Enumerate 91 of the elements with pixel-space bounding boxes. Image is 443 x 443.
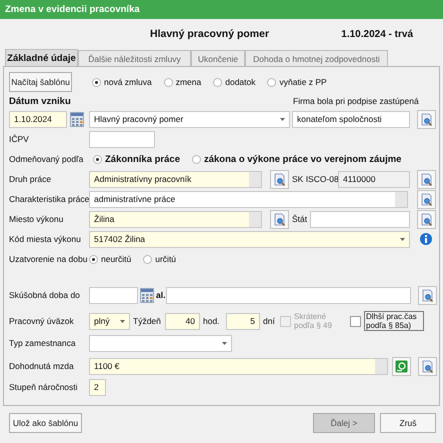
load-template-button[interactable]: Načítaj šablónu	[9, 72, 72, 92]
date-field[interactable]: 1.10.2024	[9, 110, 67, 128]
field-label: Týždeň	[133, 316, 162, 326]
date-field[interactable]	[89, 286, 138, 304]
radio-button[interactable]	[92, 78, 101, 86]
text-field[interactable]: 1100 €	[89, 358, 388, 374]
document-search-icon	[420, 112, 432, 126]
contract-period: 1.10.2024 - trvá	[341, 28, 413, 40]
document-search-icon	[422, 360, 434, 372]
field-label: Typ zamestnanca	[9, 338, 77, 348]
lookup-button[interactable]	[417, 190, 436, 208]
field-label: dní	[263, 316, 276, 326]
relation-type-dropdown[interactable]: Hlavný pracovný pomer	[89, 110, 290, 128]
caret-icon	[120, 320, 125, 322]
lookup-button[interactable]	[418, 356, 437, 376]
lookup-button[interactable]	[417, 210, 436, 228]
checkbox-label: Skrátené podľa § 49	[294, 312, 333, 330]
document-search-icon	[422, 288, 434, 302]
text-field[interactable]: konateľom spoločnosti	[292, 110, 410, 128]
radio-button[interactable]	[164, 78, 173, 86]
field-label: al.	[156, 290, 166, 300]
field-label: IČPV	[9, 134, 30, 144]
info-icon[interactable]	[420, 233, 432, 245]
input-field[interactable]	[166, 286, 411, 304]
checkbox[interactable]	[350, 316, 361, 326]
cancel-button[interactable]: Zruš	[380, 413, 436, 433]
field-label: Štát	[292, 214, 308, 224]
tab[interactable]: Ukončenie	[191, 50, 245, 66]
radio-label: vyňatie z PP	[279, 77, 327, 87]
radio-label: dodatok	[225, 77, 256, 87]
radio-button[interactable]	[267, 78, 276, 86]
field-label: Kód miesta výkonu	[9, 234, 82, 244]
field-label: Uzatvorenie na dobu	[9, 254, 88, 264]
radio-label: určitú	[155, 254, 176, 264]
tab[interactable]: Ďalšie náležitosti zmluvy	[78, 50, 191, 66]
document-search-icon	[420, 212, 432, 226]
tab[interactable]: Dohoda o hmotnej zodpovednosti	[245, 50, 388, 66]
radio-button[interactable]	[93, 154, 102, 164]
field-label: hod.	[203, 316, 221, 326]
radio-label: Zákonníka práce	[105, 154, 180, 164]
radio-label: nová zmluva	[104, 77, 152, 87]
field-label: Skúšobná doba do	[9, 290, 81, 300]
field-label: Dohodnutá mzda	[9, 361, 75, 371]
radio-button[interactable]	[213, 78, 222, 86]
text-field[interactable]: Žilina	[89, 210, 262, 228]
document-search-icon	[274, 172, 286, 186]
lookup-button[interactable]	[270, 170, 289, 188]
hours-field[interactable]: 40	[165, 312, 200, 330]
lookup-button[interactable]	[418, 286, 437, 304]
money-icon	[395, 360, 408, 372]
field-label: Dátum vzniku	[9, 96, 72, 106]
caret-icon	[400, 238, 405, 240]
field-label: SK ISCO-08	[292, 174, 336, 184]
caret-icon	[280, 118, 285, 120]
field-label: Pracovný úväzok	[9, 316, 75, 326]
caret-icon	[222, 342, 227, 344]
contract-title: Hlavný pracovný pomer	[150, 28, 270, 40]
input-field[interactable]	[310, 210, 410, 228]
radio-button[interactable]	[192, 154, 201, 164]
field-label: Stupeň náročnosti	[9, 382, 79, 392]
text-field[interactable]: administratívne práce	[89, 190, 408, 208]
document-search-icon	[420, 172, 432, 186]
radio-button[interactable]	[143, 254, 152, 264]
calendar-icon[interactable]	[140, 288, 154, 302]
salary-button[interactable]	[392, 356, 411, 376]
field-label: Charakteristika práce	[9, 194, 89, 204]
checkbox-label: Dlhší prac.čas podľa § 85a)	[364, 311, 424, 331]
lookup-button[interactable]	[417, 170, 436, 188]
calendar-icon[interactable]	[70, 112, 84, 126]
input-field[interactable]	[89, 130, 155, 148]
document-search-icon	[274, 212, 286, 226]
lookup-button[interactable]	[417, 110, 436, 128]
field-label: Odmeňovaný podľa	[9, 154, 84, 164]
radio-label: zmena	[176, 77, 202, 87]
lookup-button[interactable]	[270, 210, 289, 228]
field-label: Miesto výkonu	[9, 214, 64, 224]
days-field[interactable]: 5	[226, 312, 260, 330]
workplace-code-dropdown[interactable]: 517402 Žilina	[89, 230, 410, 248]
save-template-button[interactable]: Ulož ako šablónu	[9, 413, 82, 433]
field-label: Druh práce	[9, 174, 52, 184]
field-label: Firma bola pri podpise zastúpená	[293, 96, 419, 106]
radio-button[interactable]	[89, 254, 98, 264]
document-search-icon	[420, 192, 432, 206]
radio-label: neurčitú	[101, 254, 132, 264]
workload-dropdown[interactable]: plný	[89, 312, 130, 330]
input-field[interactable]: 2	[89, 378, 106, 396]
radio-label: zákona o výkone práce vo verejnom záujme	[204, 154, 402, 164]
tab[interactable]: Základné údaje	[5, 49, 78, 66]
text-field[interactable]: Administratívny pracovník	[89, 170, 262, 188]
text-field[interactable]: 4110000	[338, 170, 410, 188]
window-title: Zmena v evidencii pracovníka	[0, 0, 443, 19]
